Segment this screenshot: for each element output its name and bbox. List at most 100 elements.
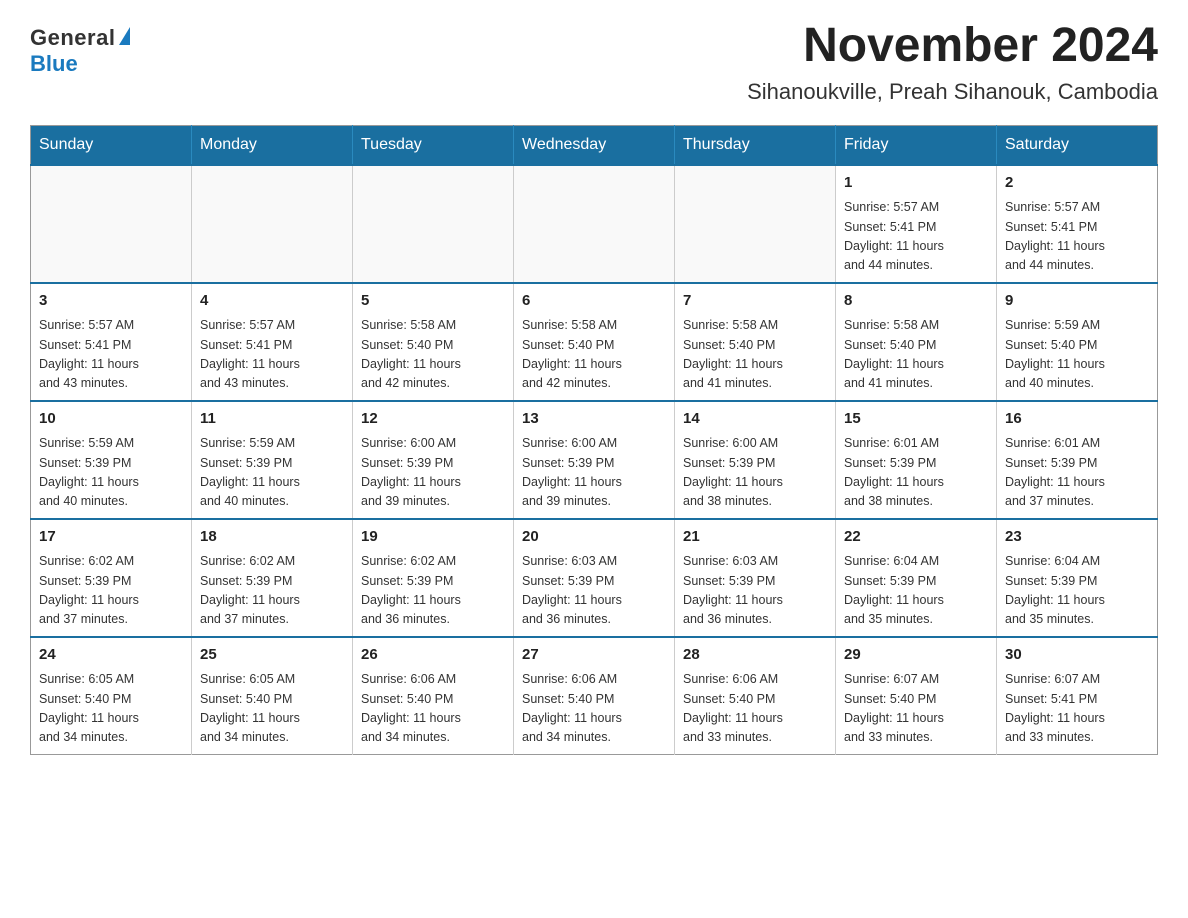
day-of-week-header: Tuesday [353, 125, 514, 165]
day-number: 4 [200, 290, 344, 313]
day-info: Sunrise: 5:59 AMSunset: 5:39 PMDaylight:… [200, 434, 344, 512]
day-number: 25 [200, 644, 344, 667]
calendar-day-cell: 4 Sunrise: 5:57 AMSunset: 5:41 PMDaylight… [192, 283, 353, 401]
calendar-table: SundayMondayTuesdayWednesdayThursdayFrid… [30, 125, 1158, 755]
calendar-day-cell: 18 Sunrise: 6:02 AMSunset: 5:39 PMDayligh… [192, 519, 353, 637]
calendar-day-cell [675, 165, 836, 283]
calendar-day-cell: 23Sunrise: 6:04 AMSunset: 5:39 PMDayligh… [997, 519, 1158, 637]
calendar-day-cell: 24Sunrise: 6:05 AMSunset: 5:40 PMDayligh… [31, 637, 192, 755]
day-number: 2 [1005, 172, 1149, 195]
calendar-day-cell: 22 Sunrise: 6:04 AMSunset: 5:39 PMDayligh… [836, 519, 997, 637]
calendar-day-cell: 20 Sunrise: 6:03 AMSunset: 5:39 PMDayligh… [514, 519, 675, 637]
calendar-day-cell: 6Sunrise: 5:58 AMSunset: 5:40 PMDaylight… [514, 283, 675, 401]
day-number: 17 [39, 526, 183, 549]
day-info: Sunrise: 6:03 AMSunset: 5:39 PMDaylight:… [522, 552, 666, 630]
logo-general-text: General [30, 25, 115, 51]
day-info: Sunrise: 6:06 AMSunset: 5:40 PMDaylight:… [522, 670, 666, 748]
day-of-week-header: Wednesday [514, 125, 675, 165]
day-info: Sunrise: 6:03 AMSunset: 5:39 PMDaylight:… [683, 552, 827, 630]
day-number: 1 [844, 172, 988, 195]
calendar-day-cell: 19Sunrise: 6:02 AMSunset: 5:39 PMDayligh… [353, 519, 514, 637]
day-number: 26 [361, 644, 505, 667]
calendar-day-cell: 1 Sunrise: 5:57 AMSunset: 5:41 PMDaylight… [836, 165, 997, 283]
logo: General Blue [30, 20, 130, 77]
day-info: Sunrise: 6:04 AMSunset: 5:39 PMDaylight:… [844, 552, 988, 630]
day-info: Sunrise: 6:01 AMSunset: 5:39 PMDaylight:… [844, 434, 988, 512]
calendar-week-row: 24Sunrise: 6:05 AMSunset: 5:40 PMDayligh… [31, 637, 1158, 755]
calendar-day-cell [192, 165, 353, 283]
calendar-day-cell: 9Sunrise: 5:59 AMSunset: 5:40 PMDaylight… [997, 283, 1158, 401]
day-number: 14 [683, 408, 827, 431]
main-title: November 2024 [747, 20, 1158, 73]
day-info: Sunrise: 5:57 AMSunset: 5:41 PMDaylight:… [200, 316, 344, 394]
calendar-day-cell: 8 Sunrise: 5:58 AMSunset: 5:40 PMDaylight… [836, 283, 997, 401]
title-section: November 2024 Sihanoukville, Preah Sihan… [747, 20, 1158, 105]
calendar-day-cell [514, 165, 675, 283]
day-info: Sunrise: 5:59 AMSunset: 5:39 PMDaylight:… [39, 434, 183, 512]
day-info: Sunrise: 5:58 AMSunset: 5:40 PMDaylight:… [683, 316, 827, 394]
day-number: 27 [522, 644, 666, 667]
day-number: 28 [683, 644, 827, 667]
day-info: Sunrise: 6:00 AMSunset: 5:39 PMDaylight:… [361, 434, 505, 512]
day-number: 30 [1005, 644, 1149, 667]
calendar-day-cell: 14 Sunrise: 6:00 AMSunset: 5:39 PMDayligh… [675, 401, 836, 519]
day-of-week-header: Monday [192, 125, 353, 165]
subtitle: Sihanoukville, Preah Sihanouk, Cambodia [747, 79, 1158, 105]
day-number: 7 [683, 290, 827, 313]
day-number: 8 [844, 290, 988, 313]
calendar-day-cell: 15 Sunrise: 6:01 AMSunset: 5:39 PMDayligh… [836, 401, 997, 519]
day-info: Sunrise: 5:58 AMSunset: 5:40 PMDaylight:… [844, 316, 988, 394]
calendar-week-row: 1 Sunrise: 5:57 AMSunset: 5:41 PMDaylight… [31, 165, 1158, 283]
day-number: 13 [522, 408, 666, 431]
day-number: 3 [39, 290, 183, 313]
day-number: 22 [844, 526, 988, 549]
day-info: Sunrise: 5:59 AMSunset: 5:40 PMDaylight:… [1005, 316, 1149, 394]
calendar-day-cell: 25Sunrise: 6:05 AMSunset: 5:40 PMDayligh… [192, 637, 353, 755]
day-info: Sunrise: 5:57 AMSunset: 5:41 PMDaylight:… [1005, 198, 1149, 276]
calendar-day-cell: 2 Sunrise: 5:57 AMSunset: 5:41 PMDaylight… [997, 165, 1158, 283]
day-info: Sunrise: 5:58 AMSunset: 5:40 PMDaylight:… [522, 316, 666, 394]
day-number: 5 [361, 290, 505, 313]
day-info: Sunrise: 6:02 AMSunset: 5:39 PMDaylight:… [200, 552, 344, 630]
day-number: 21 [683, 526, 827, 549]
calendar-header-row: SundayMondayTuesdayWednesdayThursdayFrid… [31, 125, 1158, 165]
calendar-week-row: 17 Sunrise: 6:02 AMSunset: 5:39 PMDayligh… [31, 519, 1158, 637]
calendar-day-cell: 16 Sunrise: 6:01 AMSunset: 5:39 PMDayligh… [997, 401, 1158, 519]
day-of-week-header: Thursday [675, 125, 836, 165]
day-info: Sunrise: 6:07 AMSunset: 5:41 PMDaylight:… [1005, 670, 1149, 748]
day-number: 15 [844, 408, 988, 431]
day-number: 19 [361, 526, 505, 549]
day-number: 12 [361, 408, 505, 431]
day-info: Sunrise: 5:58 AMSunset: 5:40 PMDaylight:… [361, 316, 505, 394]
day-info: Sunrise: 5:57 AMSunset: 5:41 PMDaylight:… [39, 316, 183, 394]
day-number: 11 [200, 408, 344, 431]
day-info: Sunrise: 6:06 AMSunset: 5:40 PMDaylight:… [683, 670, 827, 748]
day-number: 20 [522, 526, 666, 549]
day-of-week-header: Sunday [31, 125, 192, 165]
calendar-day-cell [31, 165, 192, 283]
calendar-day-cell: 10 Sunrise: 5:59 AMSunset: 5:39 PMDayligh… [31, 401, 192, 519]
day-of-week-header: Friday [836, 125, 997, 165]
day-number: 16 [1005, 408, 1149, 431]
day-info: Sunrise: 6:01 AMSunset: 5:39 PMDaylight:… [1005, 434, 1149, 512]
day-info: Sunrise: 6:02 AMSunset: 5:39 PMDaylight:… [39, 552, 183, 630]
calendar-day-cell [353, 165, 514, 283]
day-number: 10 [39, 408, 183, 431]
calendar-day-cell: 26Sunrise: 6:06 AMSunset: 5:40 PMDayligh… [353, 637, 514, 755]
calendar-day-cell: 30 Sunrise: 6:07 AMSunset: 5:41 PMDayligh… [997, 637, 1158, 755]
day-info: Sunrise: 6:00 AMSunset: 5:39 PMDaylight:… [522, 434, 666, 512]
calendar-day-cell: 5 Sunrise: 5:58 AMSunset: 5:40 PMDaylight… [353, 283, 514, 401]
day-info: Sunrise: 5:57 AMSunset: 5:41 PMDaylight:… [844, 198, 988, 276]
page-header: General Blue November 2024 Sihanoukville… [30, 20, 1158, 105]
calendar-week-row: 10 Sunrise: 5:59 AMSunset: 5:39 PMDayligh… [31, 401, 1158, 519]
calendar-day-cell: 11 Sunrise: 5:59 AMSunset: 5:39 PMDayligh… [192, 401, 353, 519]
day-number: 29 [844, 644, 988, 667]
day-info: Sunrise: 6:04 AMSunset: 5:39 PMDaylight:… [1005, 552, 1149, 630]
day-number: 24 [39, 644, 183, 667]
calendar-day-cell: 7 Sunrise: 5:58 AMSunset: 5:40 PMDaylight… [675, 283, 836, 401]
calendar-day-cell: 27 Sunrise: 6:06 AMSunset: 5:40 PMDayligh… [514, 637, 675, 755]
day-of-week-header: Saturday [997, 125, 1158, 165]
calendar-day-cell: 29Sunrise: 6:07 AMSunset: 5:40 PMDayligh… [836, 637, 997, 755]
day-number: 18 [200, 526, 344, 549]
day-info: Sunrise: 6:00 AMSunset: 5:39 PMDaylight:… [683, 434, 827, 512]
